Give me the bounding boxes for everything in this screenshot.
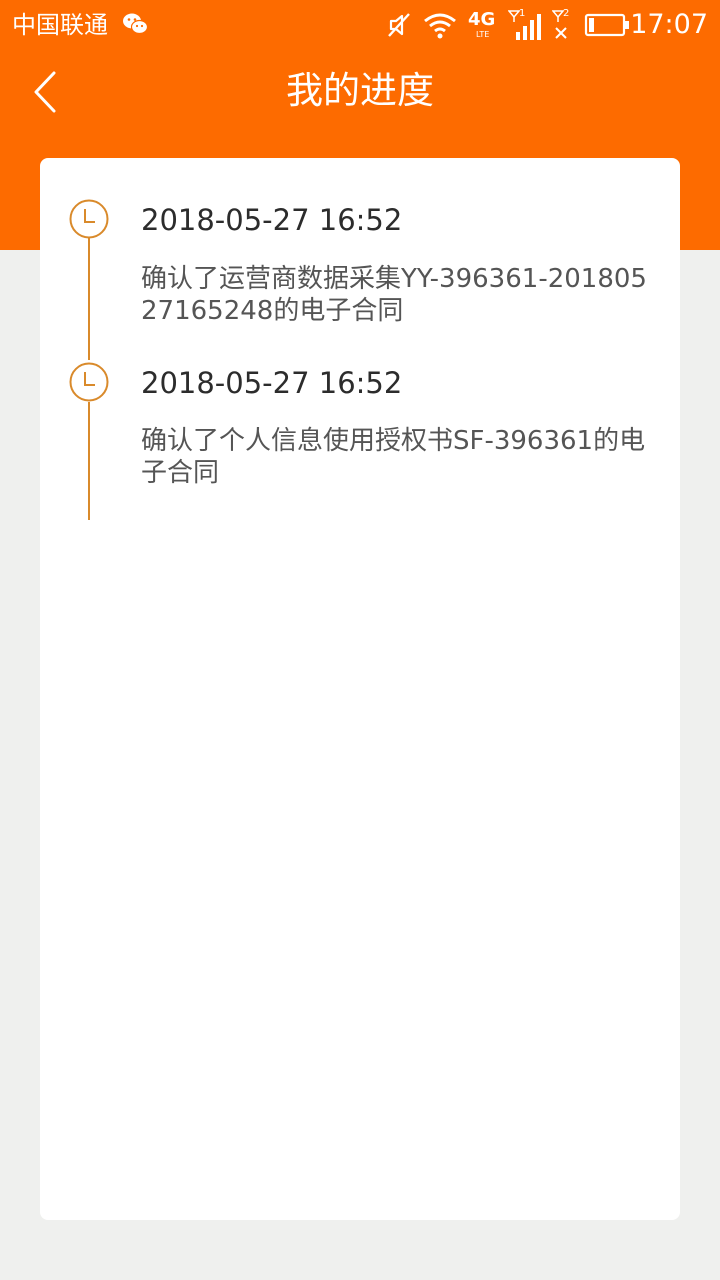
signal-sim2: 2: [552, 8, 574, 40]
wechat-icon: [123, 13, 148, 35]
clock-icon: [69, 362, 109, 402]
entry-time: 2018-05-27 16:52: [141, 203, 403, 237]
entry-description: 确认了运营商数据采集YY-396361-20180527165248的电子合同: [141, 264, 647, 326]
lte-icon: LTE: [476, 30, 490, 39]
page-title: 我的进度: [286, 69, 434, 112]
entry-description: 确认了个人信息使用授权书SF-396361的电子合同: [141, 426, 646, 488]
sim2-label: 2: [563, 8, 570, 19]
signal-sim1: 1: [508, 8, 542, 40]
status-time: 17:07: [630, 9, 708, 40]
carrier-name: 中国联通: [12, 11, 108, 39]
network-type: 4G LTE: [468, 10, 498, 40]
signal-bars-icon: [516, 14, 541, 40]
mute-icon: [388, 13, 410, 37]
network-type-label: 4G: [468, 9, 496, 30]
entry-time: 2018-05-27 16:52: [141, 366, 403, 400]
status-bar: 中国联通 4G LTE 1 2 17:07: [0, 0, 720, 50]
navigation-bar: 我的进度: [0, 50, 720, 134]
wifi-icon: [424, 13, 456, 39]
battery-icon: [584, 13, 629, 37]
timeline-line: [88, 238, 90, 360]
progress-card: 2018-05-27 16:52 确认了运营商数据采集YY-396361-201…: [40, 158, 680, 1220]
no-signal-icon: [555, 27, 567, 39]
clock-icon: [69, 199, 109, 239]
timeline-line: [88, 402, 90, 520]
status-icons: 4G LTE 1 2: [386, 8, 630, 42]
